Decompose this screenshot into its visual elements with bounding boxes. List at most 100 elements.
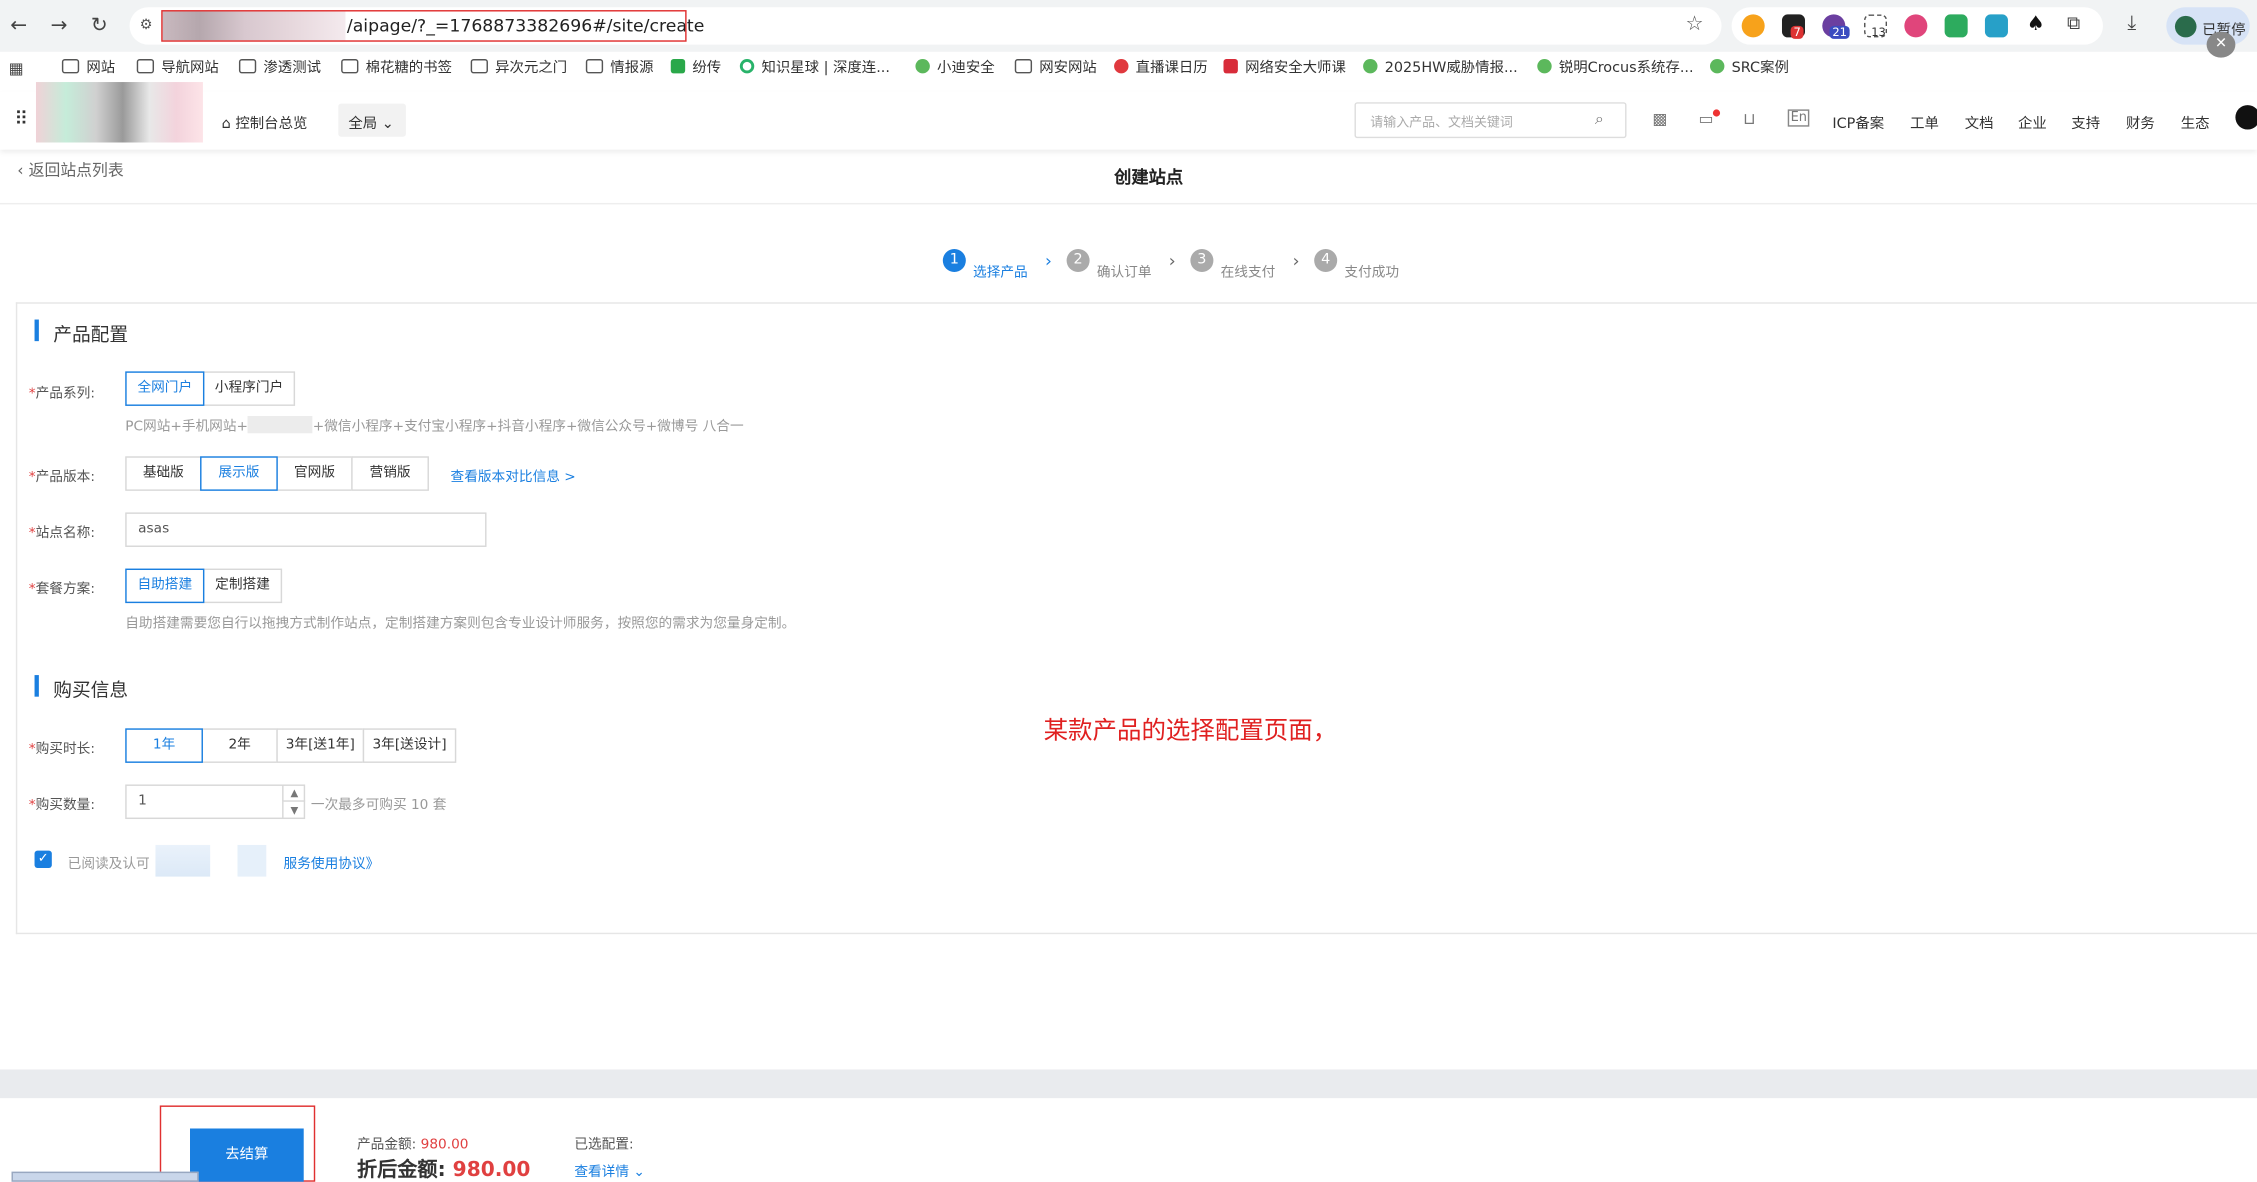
section-title-purchase: 购买信息 bbox=[53, 680, 129, 703]
version-option-official[interactable]: 官网版 bbox=[276, 456, 353, 491]
nav-ecosystem[interactable]: 生态 bbox=[2181, 111, 2210, 133]
version-option-marketing[interactable]: 营销版 bbox=[351, 456, 429, 491]
duration-option-3y-bonus[interactable]: 3年[送1年] bbox=[276, 728, 365, 763]
duration-option-2y[interactable]: 2年 bbox=[201, 728, 278, 763]
bookmark-item[interactable]: 锐明Crocus系统存... bbox=[1537, 56, 1694, 82]
field-label: *产品版本: bbox=[28, 469, 95, 486]
bookmark-item[interactable]: 异次元之门 bbox=[470, 56, 567, 82]
details-link[interactable]: 查看详情 ⌄ bbox=[574, 1160, 645, 1180]
bookmark-item[interactable]: 情报源 bbox=[585, 56, 653, 82]
user-avatar[interactable] bbox=[2235, 105, 2257, 130]
stepper-down-icon[interactable]: ▼ bbox=[282, 801, 305, 820]
version-compare-link[interactable]: 查看版本对比信息 > bbox=[451, 465, 576, 485]
agree-checkbox[interactable]: ✓ bbox=[34, 850, 52, 868]
bookmark-item[interactable]: 直播课日历 bbox=[1114, 56, 1208, 82]
apps-grid-icon[interactable]: ▦ bbox=[9, 59, 24, 78]
discount-row: 折后金额: 980.00 bbox=[356, 1158, 531, 1182]
step-2-number: 2 bbox=[1066, 249, 1090, 273]
extension-fox-icon[interactable] bbox=[1741, 14, 1765, 38]
nav-support[interactable]: 支持 bbox=[2071, 111, 2100, 133]
site-name-input[interactable] bbox=[125, 512, 487, 547]
nav-ticket[interactable]: 工单 bbox=[1910, 111, 1939, 133]
bookmark-item[interactable]: 棉花糖的书签 bbox=[341, 56, 452, 82]
overview-link[interactable]: ⌂ 控制台总览 bbox=[222, 111, 308, 133]
step-1-label: 选择产品 bbox=[973, 264, 1028, 281]
search-icon[interactable]: ⌕ bbox=[1595, 109, 1604, 129]
chevron-right-icon: › bbox=[1168, 250, 1176, 271]
duration-option-1y[interactable]: 1年 bbox=[125, 728, 203, 763]
reload-icon[interactable]: ↻ bbox=[86, 13, 112, 39]
menu-grid-icon[interactable]: ⠿ bbox=[14, 109, 28, 131]
footer-divider bbox=[0, 1069, 2257, 1099]
download-icon[interactable]: ⤓ bbox=[2127, 12, 2136, 35]
series-option-full[interactable]: 全网门户 bbox=[125, 371, 205, 406]
extension-badge-count: 13 bbox=[1871, 25, 1886, 39]
nav-docs[interactable]: 文档 bbox=[1965, 111, 1994, 133]
version-option-basic[interactable]: 基础版 bbox=[125, 456, 202, 491]
bookmark-favicon-icon bbox=[1114, 59, 1129, 74]
series-option-miniprogram[interactable]: 小程序门户 bbox=[202, 371, 296, 406]
extension-flower-icon[interactable] bbox=[1904, 14, 1928, 38]
qrcode-icon[interactable]: ▩ bbox=[1652, 109, 1667, 128]
plan-option-self[interactable]: 自助搭建 bbox=[125, 568, 205, 604]
blurred-text bbox=[155, 844, 211, 877]
extensions-puzzle-icon[interactable]: ⧉ bbox=[2067, 13, 2080, 35]
site-settings-icon[interactable]: ⚙ bbox=[140, 17, 157, 34]
cart-icon[interactable]: ⊔ bbox=[1743, 109, 1755, 128]
blurred-text bbox=[248, 415, 313, 434]
bookmark-item[interactable]: 知识星球 | 深度连... bbox=[739, 56, 890, 82]
field-label: *站点名称: bbox=[28, 525, 95, 542]
nav-enterprise[interactable]: 企业 bbox=[2018, 111, 2047, 133]
selected-config-label: 已选配置: bbox=[574, 1137, 634, 1153]
chevron-left-icon: ‹ bbox=[17, 161, 29, 180]
quantity-stepper[interactable] bbox=[125, 784, 306, 820]
bookmark-favicon-icon bbox=[1710, 59, 1725, 74]
amount-row: 产品金额: 980.00 bbox=[356, 1137, 469, 1153]
checkout-button[interactable]: 去结算 bbox=[190, 1128, 304, 1182]
language-icon[interactable]: En bbox=[1787, 109, 1810, 127]
field-label: *购买数量: bbox=[28, 797, 95, 814]
avatar bbox=[2174, 15, 2197, 38]
bookmark-item[interactable]: 渗透测试 bbox=[238, 56, 321, 82]
extension-badge-count: 21 bbox=[1829, 25, 1850, 39]
site-name-value: asas bbox=[138, 521, 170, 537]
bookmark-favicon-icon bbox=[739, 59, 755, 74]
back-to-list-link[interactable]: ‹ 返回站点列表 bbox=[17, 158, 123, 181]
bookmark-item[interactable]: SRC案例 bbox=[1710, 56, 1789, 82]
section-bar bbox=[34, 675, 39, 697]
nav-finance[interactable]: 财务 bbox=[2126, 111, 2155, 133]
url-highlight-box bbox=[161, 10, 687, 42]
bookmark-item[interactable]: 网站 bbox=[61, 56, 115, 82]
amount-value: 980.00 bbox=[420, 1137, 469, 1153]
bookmark-item[interactable]: 网络安全大师课 bbox=[1223, 56, 1346, 82]
plan-option-custom[interactable]: 定制搭建 bbox=[202, 568, 283, 604]
search-placeholder: 请输入产品、文档关键词 bbox=[1370, 116, 1513, 131]
step-3-number: 3 bbox=[1190, 249, 1214, 273]
bookmark-item[interactable]: 小迪安全 bbox=[915, 56, 995, 82]
blurred-text bbox=[237, 844, 267, 877]
quantity-value: 1 bbox=[138, 793, 147, 809]
forward-arrow-icon[interactable]: → bbox=[46, 13, 72, 39]
step-4-number: 4 bbox=[1314, 249, 1338, 273]
quantity-hint: 一次最多可购买 10 套 bbox=[310, 797, 447, 814]
agreement-link[interactable]: 服务使用协议》 bbox=[284, 852, 380, 872]
nav-icp[interactable]: ICP备案 bbox=[1832, 111, 1884, 133]
extension-tag-icon[interactable] bbox=[1984, 14, 2008, 38]
bookmark-item[interactable]: 纷传 bbox=[670, 56, 721, 82]
duration-option-3y-design[interactable]: 3年[送设计] bbox=[362, 728, 457, 763]
bookmark-item[interactable]: 网安网站 bbox=[1014, 56, 1097, 82]
message-icon[interactable]: ▭ bbox=[1698, 109, 1713, 128]
bookmark-item[interactable]: 2025HW威胁情报... bbox=[1363, 56, 1518, 82]
close-icon[interactable]: ✕ bbox=[2206, 31, 2236, 58]
extension-code-icon[interactable] bbox=[1944, 14, 1968, 38]
series-hint: PC网站+手机网站+ +微信小程序+支付宝小程序+抖音小程序+微信公众号+微博号 … bbox=[125, 415, 744, 435]
back-arrow-icon[interactable]: ← bbox=[6, 13, 32, 39]
bookmark-star-icon[interactable]: ☆ bbox=[1686, 13, 1704, 36]
extension-spade-icon[interactable]: ♠ bbox=[2027, 13, 2045, 36]
stepper-up-icon[interactable]: ▲ bbox=[282, 784, 306, 802]
bookmark-item[interactable]: 导航网站 bbox=[136, 56, 219, 82]
version-option-display[interactable]: 展示版 bbox=[200, 456, 278, 491]
home-icon: ⌂ bbox=[221, 116, 236, 133]
region-select-label: 全局 ⌄ bbox=[348, 116, 394, 133]
checkout-bar bbox=[0, 1098, 2257, 1182]
